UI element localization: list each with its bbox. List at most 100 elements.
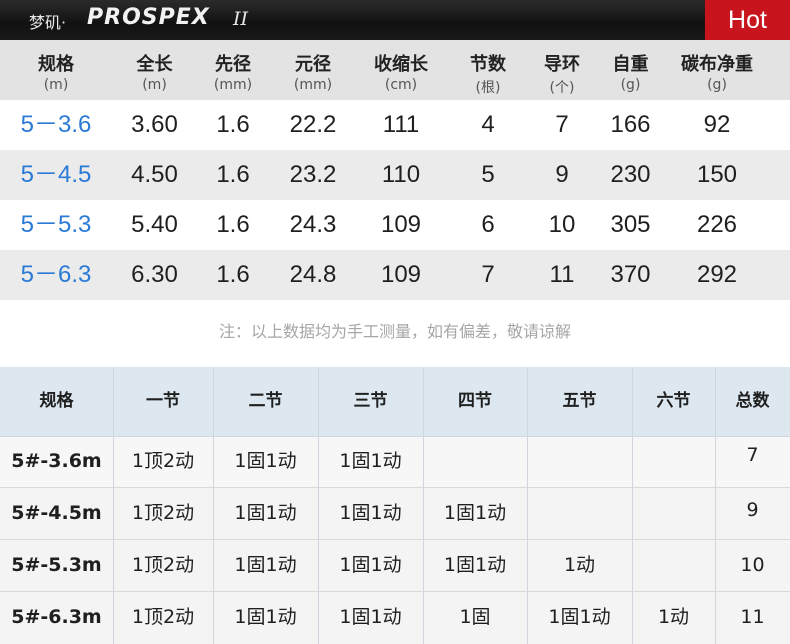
section-cell: 1固1动 (548, 606, 611, 628)
spec-cell-model: 5－3.6 (20, 111, 92, 138)
section-cell-total: 9 (746, 499, 759, 521)
section-cell: 1顶2动 (131, 502, 195, 524)
spec-col-sections: 节数 (根) (470, 54, 506, 96)
section-row: 5#-3.6m 1顶2动 1固1动 1固1动 7 (0, 436, 790, 487)
section-cell: 1动 (657, 606, 690, 628)
section-cell: 1动 (563, 554, 596, 576)
brand-logo: PROSPEX (87, 5, 210, 30)
grid-line (715, 367, 716, 644)
grid-line (423, 367, 424, 644)
grid-line (0, 591, 790, 592)
section-cell: 1顶2动 (131, 554, 195, 576)
section-row: 5#-6.3m 1顶2动 1固1动 1固1动 1固 1固1动 1动 11 (0, 592, 790, 644)
section-cell: 1顶2动 (131, 606, 195, 628)
spec-row: 5－5.3 5.40 1.6 24.3 109 6 10 305 226 (0, 200, 790, 250)
grid-line (113, 367, 114, 644)
spec-cell: 4 (481, 111, 495, 138)
spec-cell: 226 (696, 211, 738, 238)
spec-cell: 7 (481, 261, 495, 288)
spec-cell-model: 5－6.3 (20, 261, 92, 288)
spec-cell: 1.6 (216, 211, 250, 238)
spec-cell: 230 (610, 161, 651, 188)
spec-cell: 3.60 (131, 111, 178, 138)
spec-cell: 22.2 (289, 111, 337, 138)
spec-cell: 370 (610, 261, 651, 288)
section-col-5: 五节 (562, 391, 597, 411)
spec-cell: 5 (481, 161, 495, 188)
spec-cell-model: 5－4.5 (20, 161, 92, 188)
spec-cell: 11 (549, 261, 575, 288)
spec-row: 5－4.5 4.50 1.6 23.2 110 5 9 230 150 (0, 150, 790, 200)
section-cell: 1固1动 (339, 450, 402, 472)
section-cell: 1固1动 (443, 502, 507, 524)
spec-cell: 110 (381, 161, 421, 188)
section-cell (632, 488, 715, 539)
spec-col-guides: 导环 (个) (544, 54, 580, 96)
section-col-6: 六节 (656, 391, 691, 411)
grid-line (0, 539, 790, 540)
section-cell: 1固1动 (234, 502, 297, 524)
grid-line (527, 367, 528, 644)
spec-cell: 4.50 (131, 161, 178, 188)
spec-row: 5－6.3 6.30 1.6 24.8 109 7 11 370 292 (0, 250, 790, 300)
section-cell: 1固1动 (339, 606, 402, 628)
spec-col-model: 规格 (m) (38, 54, 74, 93)
section-cell: 1固1动 (234, 554, 297, 576)
section-cell (527, 436, 632, 487)
spec-cell: 109 (380, 261, 422, 288)
section-cell-total: 10 (740, 554, 765, 576)
section-cell-model: 5#-5.3m (11, 554, 102, 576)
section-row: 5#-5.3m 1顶2动 1固1动 1固1动 1固1动 1动 10 (0, 540, 790, 591)
brand-series-mark: II (233, 8, 249, 30)
section-cell-total: 7 (746, 444, 759, 466)
grid-line (0, 487, 790, 488)
measurement-note: 注：以上数据均为手工测量，如有偏差，敬请谅解 (218, 322, 571, 341)
section-cell: 1固1动 (443, 554, 507, 576)
spec-cell: 150 (696, 161, 738, 188)
spec-cell: 24.3 (289, 211, 337, 238)
section-col-model: 规格 (39, 391, 74, 411)
spec-col-weight: 自重 (g) (612, 54, 649, 93)
section-cell (423, 436, 527, 487)
section-cell (527, 488, 632, 539)
hot-badge: Hot (705, 0, 790, 40)
spec-cell: 292 (696, 261, 738, 288)
section-cell: 1固1动 (234, 606, 297, 628)
spec-table-header: 规格 (m) 全长 (m) 先径 (mm) 元径 (mm) 收缩长 (cm) 节数 (根) … (0, 40, 790, 100)
spec-cell: 24.8 (289, 261, 337, 288)
section-cell-model: 5#-6.3m (11, 606, 102, 628)
section-cell: 1顶2动 (131, 450, 195, 472)
spec-col-carbon-weight: 碳布净重 (g) (681, 54, 753, 93)
spec-cell-model: 5－5.3 (20, 211, 92, 238)
spec-cell: 6.30 (131, 261, 178, 288)
spec-cell: 5.40 (131, 211, 178, 238)
spec-cell: 109 (380, 211, 422, 238)
section-col-total: 总数 (735, 391, 770, 411)
grid-line (632, 367, 633, 644)
section-cell-model: 5#-3.6m (11, 450, 102, 472)
section-cell (632, 436, 715, 487)
spec-col-length: 全长 (m) (136, 54, 173, 93)
section-table-header: 规格 一节 二节 三节 四节 五节 六节 总数 (0, 367, 790, 436)
spec-col-butt-diameter: 元径 (mm) (293, 54, 333, 93)
spec-cell: 9 (555, 161, 569, 188)
spec-cell: 92 (703, 111, 731, 138)
spec-cell: 1.6 (216, 111, 250, 138)
section-cell: 1固1动 (339, 554, 402, 576)
brand-name-cn: 梦矶· (29, 13, 67, 32)
section-cell: 1固1动 (339, 502, 402, 524)
spec-cell: 166 (610, 111, 651, 138)
section-cell (632, 540, 715, 591)
spec-cell: 111 (382, 111, 420, 138)
spec-row: 5－3.6 3.60 1.6 22.2 111 4 7 166 92 (0, 100, 790, 150)
spec-cell: 1.6 (216, 161, 250, 188)
grid-line (0, 436, 790, 437)
section-col-1: 一节 (146, 391, 180, 411)
section-col-3: 三节 (353, 391, 388, 411)
spec-cell: 23.2 (289, 161, 337, 188)
spec-cell: 7 (555, 111, 569, 138)
spec-cell: 305 (610, 211, 651, 238)
section-col-2: 二节 (248, 391, 283, 411)
section-cell-total: 11 (740, 606, 765, 628)
header-bar: 梦矶· PROSPEX II Hot (0, 0, 790, 40)
